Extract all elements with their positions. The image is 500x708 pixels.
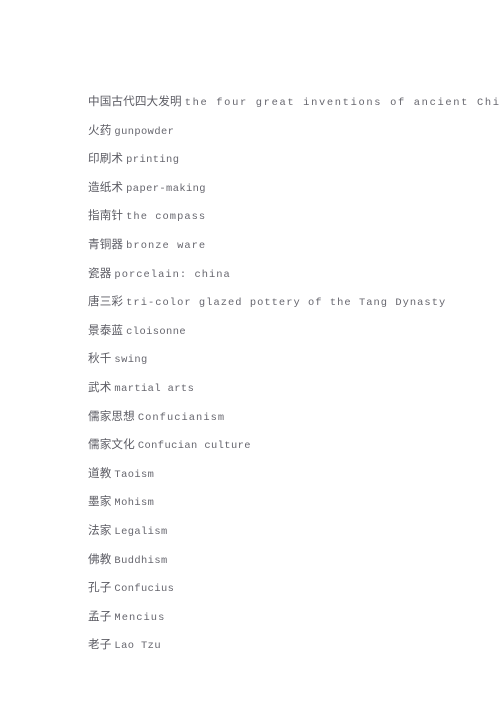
vocabulary-term-english: tri-color glazed pottery of the Tang Dyn… xyxy=(126,297,447,310)
vocabulary-term-chinese: 印刷术 xyxy=(88,151,124,166)
vocabulary-term-english: Confucius xyxy=(114,583,175,596)
vocabulary-term-english: printing xyxy=(126,154,180,167)
vocabulary-line: 道教 Taoism xyxy=(88,460,460,489)
vocabulary-line: 造纸术 paper-making xyxy=(88,174,460,203)
vocabulary-term-english: swing xyxy=(114,354,148,367)
vocabulary-term-english: Mohism xyxy=(114,497,155,510)
vocabulary-list: 中国古代四大发明 the four great inventions of anc… xyxy=(88,88,500,660)
vocabulary-term-chinese: 火药 xyxy=(88,122,112,137)
vocabulary-term-english: martial arts xyxy=(114,382,195,395)
vocabulary-term-chinese: 中国古代四大发明 xyxy=(88,94,182,108)
vocabulary-line: 武术 martial arts xyxy=(88,374,460,403)
vocabulary-term-chinese: 秋千 xyxy=(88,351,112,366)
vocabulary-term-english: paper-making xyxy=(126,182,206,195)
vocabulary-line: 法家 Legalism xyxy=(88,517,460,546)
vocabulary-term-chinese: 法家 xyxy=(88,522,112,537)
vocabulary-term-chinese: 景泰蓝 xyxy=(88,322,124,337)
vocabulary-term-english: Taoism xyxy=(114,468,155,481)
vocabulary-term-chinese: 唐三彩 xyxy=(88,294,124,309)
vocabulary-line: 墨家 Mohism xyxy=(88,488,460,517)
vocabulary-term-chinese: 儒家文化 xyxy=(88,437,135,452)
vocabulary-line: 儒家思想 Confucianism xyxy=(88,403,460,432)
vocabulary-line: 孔子 Confucius xyxy=(88,574,460,603)
vocabulary-term-chinese: 指南针 xyxy=(88,208,124,223)
vocabulary-term-chinese: 瓷器 xyxy=(88,265,112,280)
vocabulary-term-english: Legalism xyxy=(114,525,168,538)
vocabulary-term-english: Buddhism xyxy=(114,554,168,567)
vocabulary-term-chinese: 造纸术 xyxy=(88,179,124,194)
vocabulary-line: 瓷器 porcelain: china xyxy=(88,260,460,289)
vocabulary-line: 青铜器 bronze ware xyxy=(88,231,460,260)
vocabulary-line: 佛教 Buddhism xyxy=(88,546,460,575)
vocabulary-term-english: Confucian culture xyxy=(137,440,251,453)
vocabulary-term-chinese: 道教 xyxy=(88,465,112,480)
vocabulary-line: 火药 gunpowder xyxy=(88,117,460,146)
vocabulary-term-chinese: 青铜器 xyxy=(88,236,124,251)
vocabulary-line: 老子 Lao Tzu xyxy=(88,631,460,660)
vocabulary-term-english: Confucianism xyxy=(137,411,226,424)
vocabulary-term-chinese: 墨家 xyxy=(88,494,112,509)
vocabulary-term-english: the four great inventions of ancient Chi… xyxy=(184,97,500,109)
vocabulary-term-chinese: 佛教 xyxy=(88,551,112,566)
vocabulary-term-english: Mencius xyxy=(114,611,166,624)
vocabulary-line: 秋千 swing xyxy=(88,345,460,374)
vocabulary-term-english: porcelain: china xyxy=(114,268,231,281)
vocabulary-term-english: cloisonne xyxy=(126,325,187,338)
vocabulary-line: 印刷术 printing xyxy=(88,145,460,174)
vocabulary-line: 唐三彩 tri-color glazed pottery of the Tang … xyxy=(88,288,460,317)
vocabulary-term-english: gunpowder xyxy=(114,125,175,138)
vocabulary-term-chinese: 武术 xyxy=(88,379,112,394)
vocabulary-term-english: Lao Tzu xyxy=(114,640,161,653)
vocabulary-term-chinese: 老子 xyxy=(88,637,112,652)
vocabulary-term-chinese: 儒家思想 xyxy=(88,408,135,423)
vocabulary-term-english: the compass xyxy=(126,211,207,224)
vocabulary-term-chinese: 孟子 xyxy=(88,608,112,623)
vocabulary-line: 景泰蓝 cloisonne xyxy=(88,317,460,346)
vocabulary-line: 指南针 the compass xyxy=(88,202,460,231)
document-page: 中国古代四大发明 the four great inventions of anc… xyxy=(0,0,500,708)
vocabulary-term-chinese: 孔子 xyxy=(88,580,112,595)
vocabulary-line: 儒家文化 Confucian culture xyxy=(88,431,460,460)
vocabulary-line: 中国古代四大发明 the four great inventions of anc… xyxy=(88,88,500,117)
vocabulary-term-english: bronze ware xyxy=(126,239,207,252)
vocabulary-line: 孟子 Mencius xyxy=(88,603,460,632)
